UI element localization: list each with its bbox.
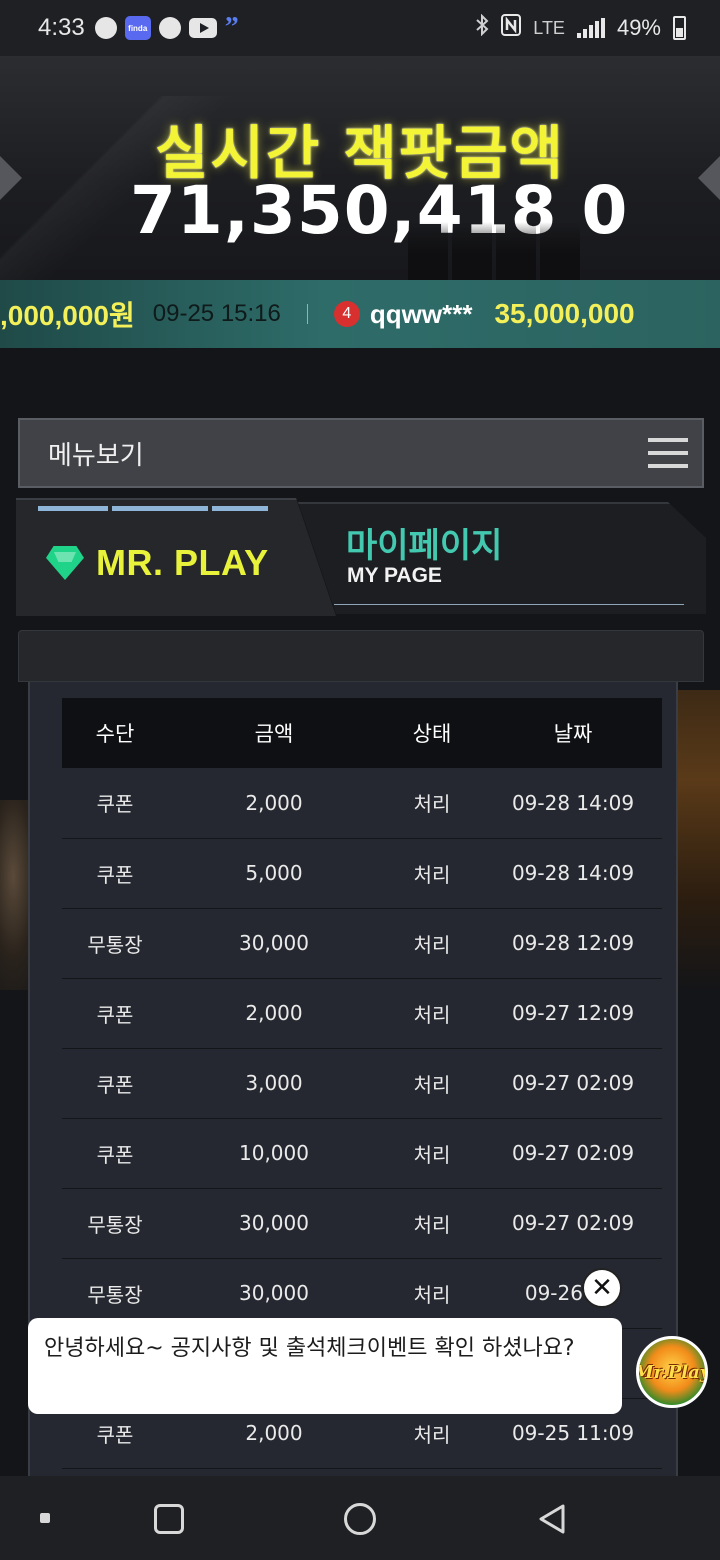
chat-message[interactable]: 안녕하세요~ 공지사항 및 출석체크이벤트 확인 하셨나요? xyxy=(28,1318,622,1414)
nfc-icon xyxy=(501,14,522,42)
lte-icon: LTE xyxy=(533,17,565,38)
cell-method: 무통장 xyxy=(62,908,168,979)
table-row: 쿠폰 2,000 처리 09-27 12:09 xyxy=(62,978,662,1049)
finda-icon: finda xyxy=(124,16,151,40)
cell-date: 09-28 14:09 xyxy=(484,768,662,839)
cell-date: 09-27 02:09 xyxy=(484,1048,662,1119)
table-row: 쿠폰 3,000 처리 09-27 02:09 xyxy=(62,1048,662,1119)
back-icon[interactable] xyxy=(538,1504,566,1534)
cell-status: 처리 xyxy=(380,908,484,979)
cell-status: 처리 xyxy=(380,838,484,909)
ticker-date: 09-25 15:16 xyxy=(152,300,281,327)
cell-amount: 10,000 xyxy=(168,1118,380,1189)
cell-status: 처리 xyxy=(380,1048,484,1119)
youtube-icon xyxy=(188,18,217,38)
cell-amount: 3,000 xyxy=(168,1048,380,1119)
cell-amount: 30,000 xyxy=(168,1188,380,1259)
background-figure-right xyxy=(678,690,720,990)
header-method: 수단 xyxy=(62,698,168,768)
chat-avatar-button[interactable]: Mr.Play xyxy=(636,1336,708,1408)
cell-date: 09-27 12:09 xyxy=(484,978,662,1049)
cell-date: 09-27 02:09 xyxy=(484,1188,662,1259)
ticker-amount: 35,000,000 xyxy=(494,298,635,329)
quote-icon: ” xyxy=(224,12,239,43)
status-right: LTE 49% xyxy=(475,13,686,42)
menu-toggle[interactable]: 메뉴보기 xyxy=(18,418,704,488)
page-header: MR. PLAY 마이페이지 MY PAGE xyxy=(16,498,706,628)
header-date: 날짜 xyxy=(484,698,662,768)
cell-amount: 2,000 xyxy=(168,978,380,1049)
recent-apps-icon[interactable] xyxy=(154,1504,184,1534)
diamond-icon xyxy=(46,546,84,580)
table-row: 쿠폰 10,000 처리 09-27 02:09 xyxy=(62,1118,662,1189)
cell-method: 쿠폰 xyxy=(62,768,168,839)
cell-method: 쿠폰 xyxy=(62,838,168,909)
cell-status: 처리 xyxy=(380,1118,484,1189)
signal-icon xyxy=(576,18,605,38)
jackpot-rolling-digits xyxy=(408,222,580,280)
battery-icon xyxy=(673,16,686,40)
ticker-amount: ,000,000원 xyxy=(0,300,135,331)
cell-date: 09-28 14:09 xyxy=(484,838,662,909)
status-bar: 4:33 finda ” LTE 49% xyxy=(0,0,720,56)
cell-status: 처리 xyxy=(380,1188,484,1259)
menu-dot-icon[interactable] xyxy=(40,1513,50,1523)
cell-method: 무통장 xyxy=(62,1188,168,1259)
avatar-logo-text: Mr.Play xyxy=(636,1361,708,1383)
cell-amount: 2,000 xyxy=(168,768,380,839)
cell-date: 09-28 12:09 xyxy=(484,908,662,979)
chat-close-button[interactable]: ✕ xyxy=(582,1268,622,1308)
page-title: 마이페이지 xyxy=(346,526,503,566)
table-header-row: 수단 금액 상태 날짜 xyxy=(62,698,662,768)
cell-method: 쿠폰 xyxy=(62,978,168,1049)
page-subtitle: MY PAGE xyxy=(347,564,442,587)
jackpot-banner: 실시간 잭팟금액 71,350,418 0 xyxy=(0,56,720,280)
header-accent-lines xyxy=(38,506,268,511)
cell-status: 처리 xyxy=(380,768,484,839)
cell-amount: 30,000 xyxy=(168,908,380,979)
menu-label: 메뉴보기 xyxy=(48,439,144,470)
title-underline xyxy=(334,604,684,605)
home-icon[interactable] xyxy=(344,1503,376,1535)
battery-percent: 49% xyxy=(616,15,661,40)
cell-method: 쿠폰 xyxy=(62,1048,168,1119)
hamburger-icon[interactable] xyxy=(648,438,688,468)
table-row: 쿠폰 5,000 처리 09-28 14:09 xyxy=(62,838,662,909)
brand-name: MR. PLAY xyxy=(96,542,269,583)
brand-logo[interactable]: MR. PLAY xyxy=(46,542,269,584)
cell-date: 09-27 02:09 xyxy=(484,1118,662,1189)
cell-amount: 5,000 xyxy=(168,838,380,909)
ticker-divider xyxy=(306,304,308,324)
cell-method: 쿠폰 xyxy=(62,1118,168,1189)
chat-bubble-icon xyxy=(158,17,181,39)
table-row: 쿠폰 2,000 처리 09-28 14:09 xyxy=(62,768,662,839)
ticker-user: qqww*** xyxy=(369,298,473,329)
table-row: 무통장 30,000 처리 09-27 02:09 xyxy=(62,1188,662,1259)
chat-bubble-icon xyxy=(94,17,117,39)
ticker-rank-badge: 4 xyxy=(333,301,360,327)
header-status: 상태 xyxy=(380,698,484,768)
header-amount: 금액 xyxy=(168,698,380,768)
system-nav-bar xyxy=(0,1476,720,1560)
table-row: 무통장 30,000 처리 09-28 12:09 xyxy=(62,908,662,979)
cell-status: 처리 xyxy=(380,978,484,1049)
status-time: 4:33 xyxy=(38,14,85,41)
panel-bar xyxy=(18,630,704,682)
winner-ticker: ,000,000원 09-25 15:16 4 qqww*** 35,000,0… xyxy=(0,280,720,348)
bluetooth-icon xyxy=(475,13,489,42)
